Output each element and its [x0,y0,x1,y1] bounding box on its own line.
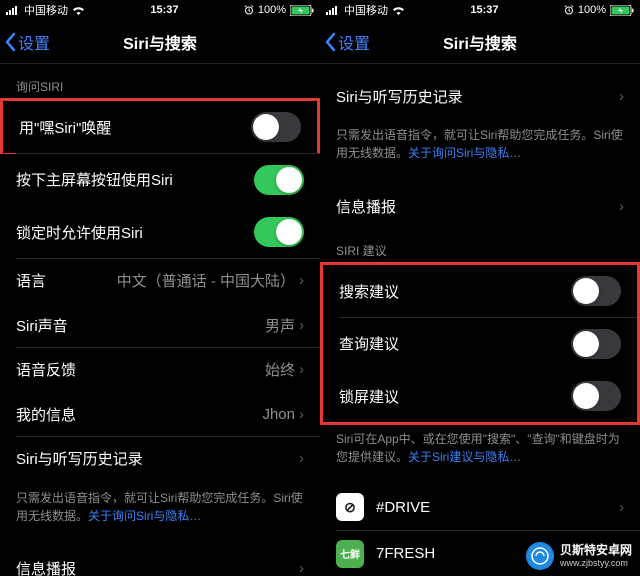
wifi-icon [72,6,85,15]
app-icon-drive: ⊘ [336,493,364,521]
footer-ask-siri: 只需发出语音指令，就可让Siri帮助您完成任务。Siri使用无线数据。关于询问S… [320,118,640,170]
app-icon-7fresh: 七鲜 [336,540,364,568]
alarm-icon [564,5,574,15]
chevron-right-icon: › [619,88,624,105]
label: Siri声音 [16,315,68,336]
label: 我的信息 [16,404,76,425]
back-button[interactable]: 设置 [0,30,50,54]
row-broadcast[interactable]: 信息播报 › [320,184,640,228]
battery-pct: 100% [258,4,286,16]
right-screenshot: 中国移动 15:37 100% 设置 Siri与搜索 Siri与听写历史记录 ›… [320,0,640,576]
highlight-hey-siri: 用"嘿Siri"唤醒 [0,98,320,156]
row-hey-siri[interactable]: 用"嘿Siri"唤醒 [3,101,317,153]
privacy-link[interactable]: 关于询问Siri与隐私… [88,509,201,523]
status-bar: 中国移动 15:37 100% [0,0,320,20]
siri-suggestions-header: SIRI 建议 [320,228,640,265]
label: 搜索建议 [339,281,399,302]
carrier: 中国移动 [344,2,388,18]
chevron-right-icon: › [619,499,624,516]
row-search-sugg[interactable]: 搜索建议 [323,265,637,317]
sugg-privacy-link[interactable]: 关于Siri建议与隐私… [408,450,521,464]
battery-icon [610,5,634,16]
battery-pct: 100% [578,4,606,16]
toggle-lock-sugg[interactable] [571,381,621,411]
privacy-link[interactable]: 关于询问Siri与隐私… [408,146,521,160]
watermark-logo-icon [526,542,554,570]
chevron-right-icon: › [299,560,304,576]
row-broadcast[interactable]: 信息播报 › [0,547,320,576]
label: 信息播报 [336,196,396,217]
footer-suggestions: Siri可在App中、或在您使用"搜索"、"查询"和键盘时为您提供建议。关于Si… [320,422,640,474]
watermark: 贝斯特安卓网www.zjbstyy.com [526,542,632,570]
nav-bar: 设置 Siri与搜索 [0,20,320,64]
chevron-right-icon: › [299,361,304,378]
label: 信息播报 [16,558,76,576]
label: 用"嘿Siri"唤醒 [19,117,111,138]
chevron-right-icon: › [299,406,304,423]
toggle-lookup-sugg[interactable] [571,329,621,359]
chevron-right-icon: › [619,198,624,215]
alarm-icon [244,5,254,15]
row-locked[interactable]: 锁定时允许使用Siri [0,206,320,258]
label: Siri与听写历史记录 [336,86,463,107]
label: 语言 [16,270,46,291]
chevron-right-icon: › [299,272,304,289]
status-bar: 中国移动 15:37 100% [320,0,640,20]
label: 查询建议 [339,333,399,354]
row-voice[interactable]: Siri声音 男声› [0,303,320,347]
wifi-icon [392,6,405,15]
toggle-press-home[interactable] [254,165,304,195]
chevron-left-icon [4,32,16,52]
row-language[interactable]: 语言 中文（普通话 - 中国大陆）› [0,259,320,303]
signal-icon [326,5,340,15]
back-button[interactable]: 设置 [320,30,370,54]
left-screenshot: 中国移动 15:37 100% 设置 Siri与搜索 询问SIRI 用"嘿Sir… [0,0,320,576]
row-press-home[interactable]: 按下主屏幕按钮使用Siri [0,154,320,206]
row-lock-sugg[interactable]: 锁屏建议 [323,370,637,422]
battery-icon [290,5,314,16]
label: 锁屏建议 [339,386,399,407]
highlight-suggestions: 搜索建议 查询建议 锁屏建议 [320,262,640,425]
label: 按下主屏幕按钮使用Siri [16,169,173,190]
toggle-locked[interactable] [254,217,304,247]
app-row-drive[interactable]: ⊘ #DRIVE › [320,484,640,530]
signal-icon [6,5,20,15]
clock: 15:37 [150,4,178,16]
row-feedback[interactable]: 语音反馈 始终› [0,348,320,392]
label: 语音反馈 [16,359,76,380]
label: 锁定时允许使用Siri [16,222,143,243]
row-history[interactable]: Siri与听写历史记录 › [0,437,320,481]
carrier: 中国移动 [24,2,68,18]
chevron-right-icon: › [299,450,304,467]
row-history[interactable]: Siri与听写历史记录 › [320,74,640,118]
clock: 15:37 [470,4,498,16]
toggle-hey-siri[interactable] [251,112,301,142]
label: Siri与听写历史记录 [16,448,143,469]
nav-bar: 设置 Siri与搜索 [320,20,640,64]
ask-siri-header: 询问SIRI [0,64,320,101]
row-lookup-sugg[interactable]: 查询建议 [323,318,637,370]
row-myinfo[interactable]: 我的信息 Jhon› [0,392,320,436]
chevron-right-icon: › [299,317,304,334]
toggle-search-sugg[interactable] [571,276,621,306]
footer-ask-siri: 只需发出语音指令，就可让Siri帮助您完成任务。Siri使用无线数据。关于询问S… [0,481,320,533]
chevron-left-icon [324,32,336,52]
